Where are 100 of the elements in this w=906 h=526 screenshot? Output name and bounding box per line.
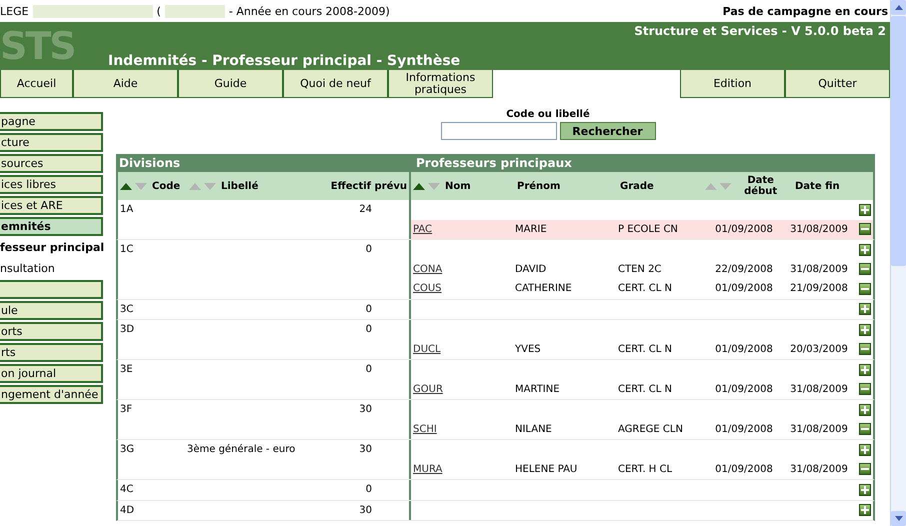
nav-tab[interactable]: Aide	[73, 70, 178, 98]
table-cell-text: 0	[364, 483, 372, 497]
scroll-up-icon[interactable]	[891, 0, 906, 15]
sidebar-item[interactable]: pagne	[0, 112, 103, 131]
add-icon[interactable]	[859, 244, 871, 256]
table-cell-text: 3E	[119, 363, 134, 377]
table-cell-text: MARIE	[515, 222, 548, 236]
add-icon[interactable]	[859, 204, 871, 216]
table-cell-text: CERT. CL N	[618, 282, 674, 296]
remove-icon[interactable]	[859, 263, 871, 276]
sidebar-item[interactable]: ule	[0, 301, 103, 320]
nav-tab[interactable]: Quitter	[785, 70, 890, 98]
table-cell-text: 01/09/2008	[714, 342, 774, 356]
sidebar-item[interactable]: emnités	[0, 217, 103, 236]
table-cell-text: 3D	[119, 323, 136, 337]
table-cell-text: 30	[358, 504, 372, 518]
nav-tab[interactable]: Guide	[178, 70, 283, 98]
table-cell-text: 31/08/2009	[789, 382, 849, 396]
sidebar-item[interactable]: on journal	[0, 364, 103, 383]
table-cell-text: CERT. CL N	[618, 342, 674, 356]
add-icon[interactable]	[859, 404, 871, 416]
table-cell-text: 1C	[119, 243, 134, 257]
table-cell-text: NILANE	[515, 422, 553, 436]
search-button[interactable]: Rechercher	[560, 122, 656, 140]
table-cell-text: 31/08/2009	[789, 222, 849, 236]
teacher-name-link[interactable]: GOUR	[411, 384, 515, 395]
table-cell-text: 0	[364, 302, 372, 316]
table-cell-text: 01/09/2008	[714, 222, 774, 236]
teacher-name-link[interactable]: CONA	[411, 264, 515, 275]
table-cell-text: 0	[364, 323, 372, 337]
search-field[interactable]	[440, 122, 556, 140]
sort-arrows-icon[interactable]	[413, 182, 441, 190]
table-cell-text: CERT. CL N	[618, 382, 674, 396]
teacher-name-link[interactable]: SCHI	[411, 424, 515, 435]
table-cell-text: 22/09/2008	[714, 262, 774, 276]
table-cell-text: 1A	[119, 203, 134, 217]
table-cell-text: 24	[358, 203, 372, 217]
sidebar-link[interactable]: fesseur principal	[0, 238, 103, 257]
table-cell-text: 30	[358, 403, 372, 417]
panel-title: Professeurs principaux	[415, 155, 573, 172]
app-version: Structure et Services - V 5.0.0 beta 2	[633, 23, 887, 38]
table-cell-text: 3C	[119, 302, 134, 316]
table-cell-text: 31/08/2009	[789, 262, 849, 276]
remove-icon[interactable]	[859, 282, 871, 295]
table-cell-text: 31/08/2009	[789, 422, 849, 436]
remove-icon[interactable]	[859, 223, 871, 236]
table-cell-text: 20/03/2009	[789, 342, 849, 356]
sidebar-item[interactable]: ngement d'année	[0, 385, 103, 404]
scroll-down-icon[interactable]	[891, 511, 906, 526]
table-cell-text: 4C	[119, 483, 134, 497]
sort-arrows-icon[interactable]	[120, 182, 148, 190]
teacher-name-link[interactable]: MURA	[411, 464, 515, 475]
table-cell-text: AGREGE CLN	[618, 422, 684, 436]
table-cell-text: 3F	[119, 403, 134, 417]
table-cell-text: 01/09/2008	[714, 382, 774, 396]
sidebar-item[interactable]: ices libres	[0, 175, 103, 194]
campaign-status: Pas de campagne en cours	[722, 4, 888, 18]
column-header: Nom	[445, 180, 471, 192]
table-cell-text: YVES	[515, 342, 542, 356]
teacher-name-link[interactable]: PAC	[411, 224, 515, 235]
nav-tab[interactable]: Accueil	[0, 70, 73, 98]
add-icon[interactable]	[859, 303, 871, 316]
table-cell-text: CERT. H CL	[618, 462, 674, 476]
remove-icon[interactable]	[859, 343, 871, 356]
sidebar-link[interactable]: nsultation	[0, 259, 103, 278]
nav-tab[interactable]: Quoi de neuf	[283, 70, 388, 98]
scrollbar[interactable]	[890, 0, 906, 526]
nav-tab[interactable]: Edition	[680, 70, 785, 98]
teacher-name-link[interactable]: COUS	[411, 283, 515, 294]
add-icon[interactable]	[859, 484, 871, 496]
add-icon[interactable]	[859, 324, 871, 336]
add-icon[interactable]	[859, 504, 871, 516]
table-cell-text: 30	[358, 443, 372, 457]
sidebar-item[interactable]	[0, 280, 103, 299]
table-cell-text: 4D	[119, 504, 136, 518]
column-header: Grade	[620, 180, 654, 192]
sidebar-item[interactable]: cture	[0, 133, 103, 152]
nav-tab[interactable]: Informations pratiques	[388, 70, 493, 98]
remove-icon[interactable]	[859, 383, 871, 396]
teacher-name-link[interactable]: DUCL	[411, 344, 515, 355]
table-cell-text: 01/09/2008	[714, 422, 774, 436]
scroll-thumb[interactable]	[891, 16, 906, 266]
sidebar-item[interactable]: rts	[0, 343, 103, 362]
table-cell-text: 01/09/2008	[714, 462, 774, 476]
table-cell-text: 21/09/2008	[789, 282, 849, 296]
column-header: Date fin	[794, 180, 840, 192]
page-title: Indemnités - Professeur principal - Synthèse	[107, 53, 462, 70]
table-cell-text: 0	[364, 243, 372, 257]
column-header: Prénom	[517, 180, 560, 192]
add-icon[interactable]	[859, 364, 871, 376]
sidebar-item[interactable]: sources	[0, 154, 103, 173]
table-cell-text: 31/08/2009	[789, 462, 849, 476]
table-cell-text: 01/09/2008	[714, 282, 774, 296]
sidebar-item[interactable]: ices et ARE	[0, 196, 103, 215]
add-icon[interactable]	[859, 444, 871, 456]
search-label: Code ou libellé	[506, 109, 590, 120]
sidebar-item[interactable]: orts	[0, 322, 103, 341]
table-cell: 3ème générale - euro	[187, 444, 296, 455]
remove-icon[interactable]	[859, 423, 871, 436]
remove-icon[interactable]	[859, 463, 871, 476]
